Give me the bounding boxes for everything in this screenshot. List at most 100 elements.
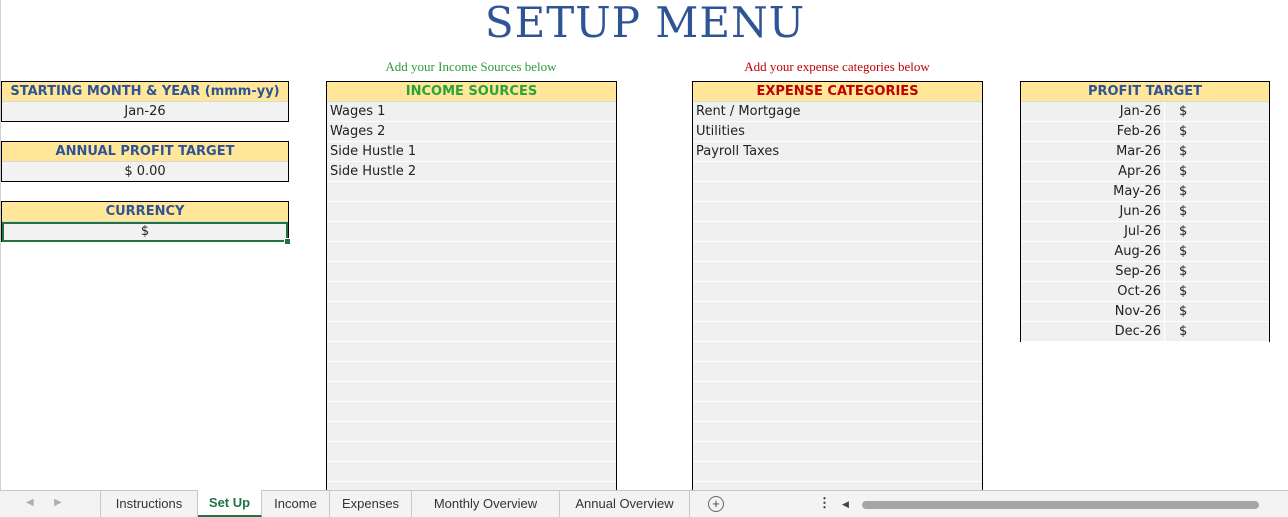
profit-target-row: Jan-26 $ — [1021, 102, 1269, 122]
expense-category-cell[interactable] — [693, 462, 982, 482]
expense-category-cell[interactable]: Payroll Taxes — [693, 142, 982, 162]
profit-target-amount-cell[interactable]: $ — [1179, 122, 1187, 142]
cell-divider — [1164, 102, 1165, 122]
spreadsheet-grid[interactable]: SETUP MENU Add your Income Sources below… — [0, 0, 1288, 501]
triangle-left-icon[interactable]: ◀ — [26, 497, 34, 508]
profit-target-row: Dec-26 $ — [1021, 322, 1269, 342]
income-source-cell[interactable] — [327, 262, 616, 282]
profit-target-row: Aug-26 $ — [1021, 242, 1269, 262]
income-source-cell[interactable] — [327, 282, 616, 302]
cell-divider — [1164, 222, 1165, 242]
income-source-cell[interactable] — [327, 242, 616, 262]
expense-category-cell[interactable] — [693, 362, 982, 382]
profit-target-amount-cell[interactable]: $ — [1179, 262, 1187, 282]
profit-target-month: Dec-26 — [1114, 324, 1161, 339]
tab-set-up[interactable]: Set Up — [198, 490, 262, 517]
profit-target-header: PROFIT TARGET — [1021, 82, 1269, 102]
income-rows: Wages 1 Wages 2 Side Hustle 1 Side Hustle 2 — [327, 102, 616, 500]
expense-category-cell[interactable]: Utilities — [693, 122, 982, 142]
income-source-cell[interactable]: Wages 1 — [327, 102, 616, 122]
income-source-cell[interactable] — [327, 222, 616, 242]
profit-target-amount-cell[interactable]: $ — [1179, 302, 1187, 322]
income-sources-table: INCOME SOURCES Wages 1 Wages 2 Side Hustle… — [326, 81, 617, 501]
profit-target-amount-cell[interactable]: $ — [1179, 162, 1187, 182]
expense-category-cell[interactable] — [693, 282, 982, 302]
profit-target-table: PROFIT TARGET Jan-26 $ Feb-26 $ Mar-26 $ Apr-2… — [1020, 81, 1270, 342]
annual-profit-header: ANNUAL PROFIT TARGET — [2, 142, 288, 162]
expense-category-cell[interactable] — [693, 422, 982, 442]
expense-category-cell[interactable] — [693, 382, 982, 402]
expense-category-cell[interactable] — [693, 302, 982, 322]
expense-category-cell[interactable] — [693, 162, 982, 182]
expense-rows: Rent / Mortgage Utilities Payroll Taxes — [693, 102, 982, 500]
profit-target-month: Oct-26 — [1117, 284, 1161, 299]
fill-handle[interactable] — [284, 238, 291, 245]
page-title: SETUP MENU — [484, 0, 806, 47]
tab-expenses[interactable]: Expenses — [330, 491, 412, 517]
expense-category-cell[interactable] — [693, 402, 982, 422]
income-source-cell[interactable] — [327, 362, 616, 382]
profit-target-amount-cell[interactable]: $ — [1179, 222, 1187, 242]
sheet-tab-bar: ◀ ▶ Instructions Set Up Income Expenses Mont… — [0, 490, 1288, 517]
income-source-cell[interactable]: Side Hustle 2 — [327, 162, 616, 182]
cell-divider — [1164, 322, 1165, 342]
expense-category-cell[interactable] — [693, 182, 982, 202]
income-source-cell[interactable] — [327, 442, 616, 462]
expense-category-cell[interactable] — [693, 242, 982, 262]
income-source-cell[interactable] — [327, 402, 616, 422]
annual-profit-box: ANNUAL PROFIT TARGET $ 0.00 — [1, 141, 289, 182]
cell-divider — [1164, 122, 1165, 142]
tab-instructions[interactable]: Instructions — [100, 491, 198, 517]
expense-category-cell[interactable] — [693, 202, 982, 222]
cell-divider — [1164, 162, 1165, 182]
income-source-cell[interactable] — [327, 382, 616, 402]
profit-target-amount-cell[interactable]: $ — [1179, 182, 1187, 202]
profit-target-amount-cell[interactable]: $ — [1179, 242, 1187, 262]
annual-profit-cell[interactable]: $ 0.00 — [2, 162, 288, 182]
profit-target-month: Aug-26 — [1114, 244, 1161, 259]
profit-target-amount-cell[interactable]: $ — [1179, 282, 1187, 302]
profit-target-month: Jul-26 — [1124, 224, 1161, 239]
expense-categories-table: EXPENSE CATEGORIES Rent / Mortgage Utilit… — [692, 81, 983, 501]
income-source-cell[interactable]: Side Hustle 1 — [327, 142, 616, 162]
income-source-cell[interactable] — [327, 342, 616, 362]
starting-month-cell[interactable]: Jan-26 — [2, 102, 288, 122]
profit-target-row: Oct-26 $ — [1021, 282, 1269, 302]
vertical-dots-icon[interactable]: ⋮ — [818, 495, 831, 511]
profit-target-month: Jan-26 — [1119, 104, 1161, 119]
income-source-cell[interactable] — [327, 182, 616, 202]
profit-target-row: Sep-26 $ — [1021, 262, 1269, 282]
profit-target-amount-cell[interactable]: $ — [1179, 102, 1187, 122]
starting-month-box: STARTING MONTH & YEAR (mmm-yy) Jan-26 — [1, 81, 289, 122]
cell-divider — [1164, 302, 1165, 322]
income-source-cell[interactable]: Wages 2 — [327, 122, 616, 142]
profit-target-row: Jun-26 $ — [1021, 202, 1269, 222]
scroll-left-icon[interactable]: ◀ — [842, 499, 849, 510]
profit-target-amount-cell[interactable]: $ — [1179, 142, 1187, 162]
tab-income[interactable]: Income — [262, 491, 330, 517]
tab-monthly-overview[interactable]: Monthly Overview — [412, 491, 560, 517]
plus-circle-icon[interactable]: + — [708, 496, 724, 512]
income-source-cell[interactable] — [327, 302, 616, 322]
expense-category-cell[interactable] — [693, 342, 982, 362]
horizontal-scrollbar-thumb[interactable] — [862, 501, 1259, 509]
currency-header: CURRENCY — [2, 202, 288, 222]
currency-cell[interactable]: $ — [2, 222, 291, 245]
expense-category-cell[interactable] — [693, 222, 982, 242]
income-source-cell[interactable] — [327, 422, 616, 442]
expense-category-cell[interactable] — [693, 262, 982, 282]
expense-category-cell[interactable] — [693, 442, 982, 462]
profit-target-row: Feb-26 $ — [1021, 122, 1269, 142]
profit-target-row: Apr-26 $ — [1021, 162, 1269, 182]
income-source-cell[interactable] — [327, 202, 616, 222]
income-source-cell[interactable] — [327, 462, 616, 482]
profit-target-month: Nov-26 — [1114, 304, 1161, 319]
triangle-right-icon[interactable]: ▶ — [54, 497, 62, 508]
expense-category-cell[interactable] — [693, 322, 982, 342]
profit-target-amount-cell[interactable]: $ — [1179, 322, 1187, 342]
profit-target-amount-cell[interactable]: $ — [1179, 202, 1187, 222]
expense-category-cell[interactable]: Rent / Mortgage — [693, 102, 982, 122]
tab-annual-overview[interactable]: Annual Overview — [560, 491, 690, 517]
income-source-cell[interactable] — [327, 322, 616, 342]
expense-note: Add your expense categories below — [744, 59, 930, 74]
